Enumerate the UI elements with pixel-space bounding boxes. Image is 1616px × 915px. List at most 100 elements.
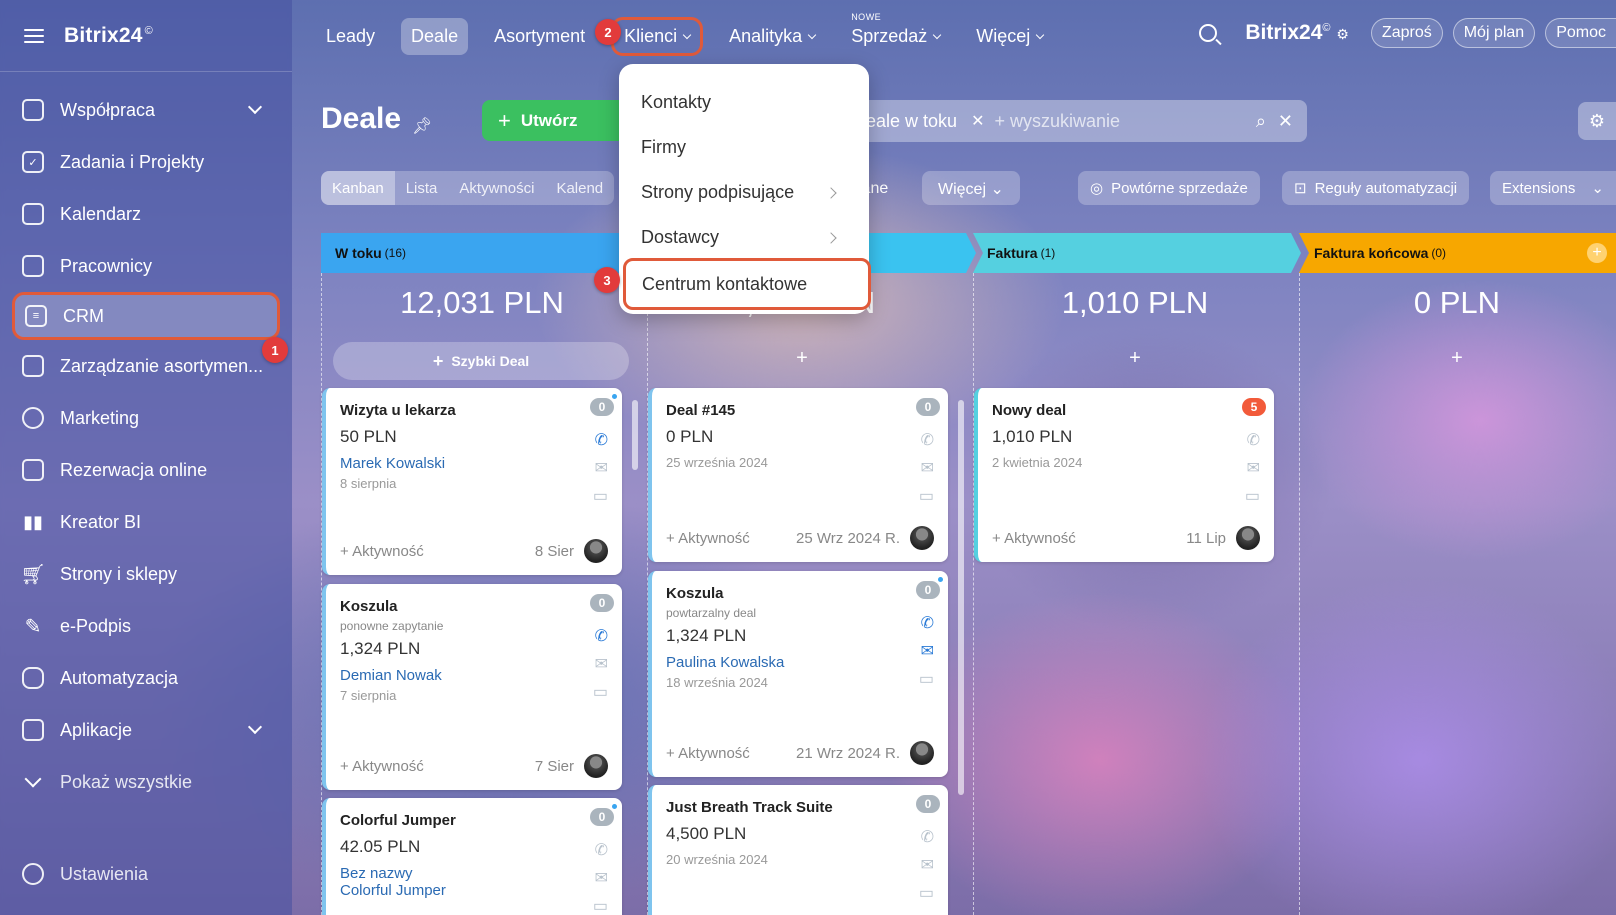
sidebar-item-epodpis[interactable]: ✎ e-Podpis	[0, 600, 292, 652]
add-deal-button[interactable]: +	[652, 347, 952, 370]
sidebar-show-all[interactable]: Pokaż wszystkie	[0, 756, 292, 808]
more-button[interactable]: Więcej ⌄	[922, 171, 1020, 205]
tab-analityka[interactable]: Analityka	[719, 18, 825, 55]
chevron-down-icon[interactable]	[247, 719, 263, 735]
add-deal-button[interactable]: +	[1307, 347, 1607, 370]
deal-title[interactable]: Nowy deal	[992, 402, 1260, 419]
contact-link[interactable]: Demian Nowak	[340, 667, 608, 684]
tab-deale[interactable]: Deale	[401, 17, 469, 55]
mail-icon[interactable]: ✉	[595, 654, 608, 674]
settings-sliders-icon[interactable]: ⚙︎	[1336, 26, 1349, 42]
avatar[interactable]	[910, 741, 934, 765]
quick-deal-button[interactable]: + Szybki Deal	[333, 342, 629, 380]
tab-kalendarz[interactable]: Kalend	[545, 171, 614, 205]
contact-link[interactable]: Bez nazwy	[340, 865, 608, 882]
sidebar-item-automatyzacja[interactable]: Automatyzacja	[0, 652, 292, 704]
deal-title[interactable]: Koszula	[340, 598, 608, 615]
menu-item-dostawcy[interactable]: Dostawcy	[619, 215, 869, 260]
menu-item-centrum-kontaktowe[interactable]: Centrum kontaktowe	[623, 258, 871, 310]
add-activity-link[interactable]: + Aktywność	[666, 745, 750, 762]
sidebar-item-marketing[interactable]: Marketing	[0, 392, 292, 444]
chat-icon[interactable]: ▭	[593, 896, 608, 915]
gear-icon[interactable]: ⚙︎	[1578, 102, 1616, 140]
menu-item-strony-podpisujace[interactable]: Strony podpisujące	[619, 170, 869, 215]
search-icon[interactable]: ⌕	[1256, 111, 1266, 132]
repeat-sales-button[interactable]: ◎ Powtórne sprzedaże	[1078, 171, 1260, 205]
deal-title[interactable]: Wizyta u lekarza	[340, 402, 608, 419]
sidebar-item-wspolpraca[interactable]: Współpraca	[0, 84, 292, 136]
chat-icon[interactable]: ▭	[919, 883, 934, 903]
phone-icon[interactable]: ✆	[1247, 430, 1260, 450]
chat-icon[interactable]: ▭	[919, 669, 934, 689]
sidebar-item-pracownicy[interactable]: Pracownicy	[0, 240, 292, 292]
contact-link[interactable]: Paulina Kowalska	[666, 654, 934, 671]
deal-card[interactable]: 0 Just Breath Track Suite 4,500 PLN 20 w…	[648, 785, 948, 915]
avatar[interactable]	[1236, 526, 1260, 550]
tab-wiecej[interactable]: Więcej	[966, 18, 1053, 55]
mail-icon[interactable]: ✉	[595, 458, 608, 478]
deal-card[interactable]: 0 Colorful Jumper 42.05 PLN Bez nazwy Co…	[322, 798, 622, 915]
deal-card[interactable]: 5 Nowy deal 1,010 PLN 2 kwietnia 2024 ✆ …	[974, 388, 1274, 562]
deal-card[interactable]: 0 Koszula ponowne zapytanie 1,324 PLN De…	[322, 584, 622, 790]
my-plan-button[interactable]: Mój plan	[1452, 18, 1536, 48]
sidebar-item-crm[interactable]: ≡ CRM	[12, 292, 280, 340]
avatar[interactable]	[910, 526, 934, 550]
mail-icon[interactable]: ✉	[921, 855, 934, 875]
mail-icon[interactable]: ✉	[921, 641, 934, 661]
sidebar-item-settings[interactable]: Ustawienia	[0, 848, 148, 900]
logo[interactable]: Bitrix24 ©	[64, 24, 153, 48]
clear-icon[interactable]: ✕	[1278, 111, 1293, 132]
chat-icon[interactable]: ▭	[593, 682, 608, 702]
brand-logo[interactable]: Bitrix24© ⚙︎	[1245, 21, 1349, 45]
add-activity-link[interactable]: + Aktywność	[340, 543, 424, 560]
phone-icon[interactable]: ✆	[921, 430, 934, 450]
deal-card[interactable]: 0 Deal #145 0 PLN 25 września 2024 ✆ ✉ ▭…	[648, 388, 948, 562]
add-activity-link[interactable]: + Aktywność	[340, 758, 424, 775]
sidebar-item-kreator-bi[interactable]: ▮▮ Kreator BI	[0, 496, 292, 548]
sidebar-item-zadania[interactable]: ✓ Zadania i Projekty	[0, 136, 292, 188]
phone-icon[interactable]: ✆	[921, 613, 934, 633]
menu-item-kontakty[interactable]: Kontakty	[619, 80, 869, 125]
automation-rules-button[interactable]: ⊡ Reguły automatyzacji	[1282, 171, 1470, 205]
phone-icon[interactable]: ✆	[595, 626, 608, 646]
contact-link[interactable]: Marek Kowalski	[340, 455, 608, 472]
deal-title[interactable]: Colorful Jumper	[340, 812, 608, 829]
avatar[interactable]	[584, 539, 608, 563]
phone-icon[interactable]: ✆	[595, 840, 608, 860]
help-button[interactable]: Pomoc	[1545, 18, 1616, 48]
create-button[interactable]: + Utwórz	[482, 100, 632, 141]
add-deal-button[interactable]: +	[985, 347, 1285, 370]
sidebar-item-asortyment[interactable]: Zarządzanie asortymen...	[0, 340, 292, 392]
add-column-icon[interactable]: +	[1587, 243, 1607, 263]
mail-icon[interactable]: ✉	[595, 868, 608, 888]
chat-icon[interactable]: ▭	[1245, 486, 1260, 506]
scrollbar[interactable]	[958, 400, 964, 795]
chat-icon[interactable]: ▭	[919, 486, 934, 506]
add-activity-link[interactable]: + Aktywność	[666, 530, 750, 547]
product-link[interactable]: Colorful Jumper	[340, 882, 608, 899]
add-activity-link[interactable]: + Aktywność	[992, 530, 1076, 547]
menu-item-firmy[interactable]: Firmy	[619, 125, 869, 170]
deal-card[interactable]: 0 Wizyta u lekarza 50 PLN Marek Kowalski…	[322, 388, 622, 575]
menu-icon[interactable]	[24, 28, 44, 43]
search-input[interactable]: + wyszukiwanie	[994, 111, 1120, 132]
chevron-down-icon[interactable]	[247, 99, 263, 115]
invite-button[interactable]: Zaproś	[1370, 18, 1443, 48]
phone-icon[interactable]: ✆	[921, 827, 934, 847]
tab-asortyment[interactable]: Asortyment	[484, 18, 595, 55]
search-icon[interactable]	[1199, 24, 1218, 42]
deal-title[interactable]: Koszula	[666, 585, 934, 602]
sidebar-item-rezerwacja[interactable]: Rezerwacja online	[0, 444, 292, 496]
mail-icon[interactable]: ✉	[921, 458, 934, 478]
phone-icon[interactable]: ✆	[595, 430, 608, 450]
deal-card[interactable]: 0 Koszula powtarzalny deal 1,324 PLN Pau…	[648, 571, 948, 777]
pin-icon[interactable]: 📌︎	[412, 116, 432, 136]
tab-lista[interactable]: Lista	[395, 171, 449, 205]
close-icon[interactable]: ✕	[971, 111, 984, 131]
sidebar-item-aplikacje[interactable]: Aplikacje	[0, 704, 292, 756]
avatar[interactable]	[584, 754, 608, 778]
scrollbar[interactable]	[632, 400, 638, 470]
extensions-button[interactable]: Extensions ⌄	[1490, 171, 1616, 205]
chat-icon[interactable]: ▭	[593, 486, 608, 506]
deal-title[interactable]: Deal #145	[666, 402, 934, 419]
